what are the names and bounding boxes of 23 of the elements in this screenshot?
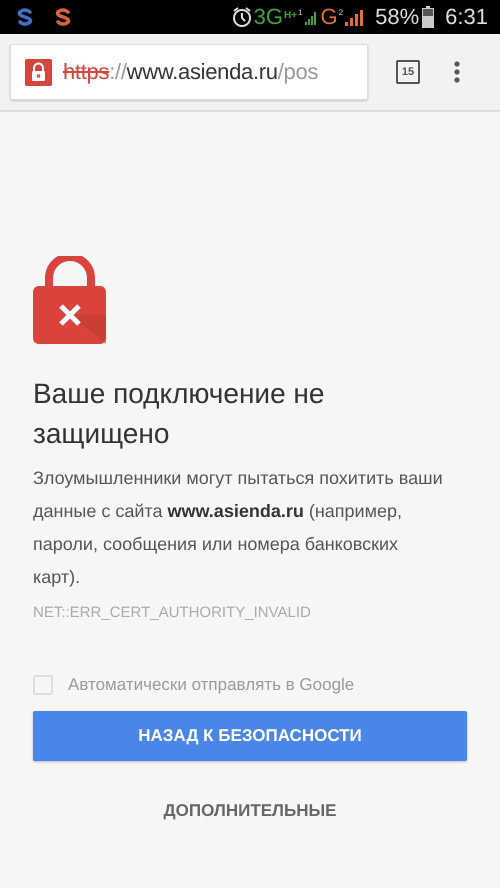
battery-icon xyxy=(422,6,434,28)
signal-icon xyxy=(344,7,364,27)
network-label: H+ xyxy=(284,10,298,21)
error-code: NET::ERR_CERT_AUTHORITY_INVALID xyxy=(33,604,311,621)
network-label: G xyxy=(320,4,338,30)
advanced-button[interactable]: ДОПОЛНИТЕЛЬНЫЕ xyxy=(156,797,344,825)
tab-switcher-button[interactable]: 15 xyxy=(396,60,420,84)
network-label: 1 xyxy=(298,8,303,17)
clock: 6:31 xyxy=(445,4,488,30)
menu-icon xyxy=(454,61,460,83)
url-text: https://www.asienda.ru/pos xyxy=(63,59,318,85)
lock-icon xyxy=(33,256,107,346)
warning-message: Злоумышленники могут пытаться похитить ваши данные с сайта www.asienda.ru (например, пароли, сообщения или номера банковских карт). xyxy=(33,467,444,589)
menu-button[interactable] xyxy=(454,61,460,83)
network-label: 3G xyxy=(254,4,284,30)
checkbox-label: Автоматически отправлять в Google xyxy=(68,675,354,695)
network-label: 2 xyxy=(338,8,344,17)
alarm-icon xyxy=(230,6,253,28)
page-title: Ваше подключение не защищено xyxy=(33,377,326,451)
address-bar[interactable]: https://www.asienda.ru/pos xyxy=(10,44,368,100)
lock-icon xyxy=(25,58,52,86)
back-to-safety-button[interactable]: НАЗАД К БЕЗОПАСНОСТИ xyxy=(33,711,467,761)
battery-percent: 58% xyxy=(375,4,420,30)
